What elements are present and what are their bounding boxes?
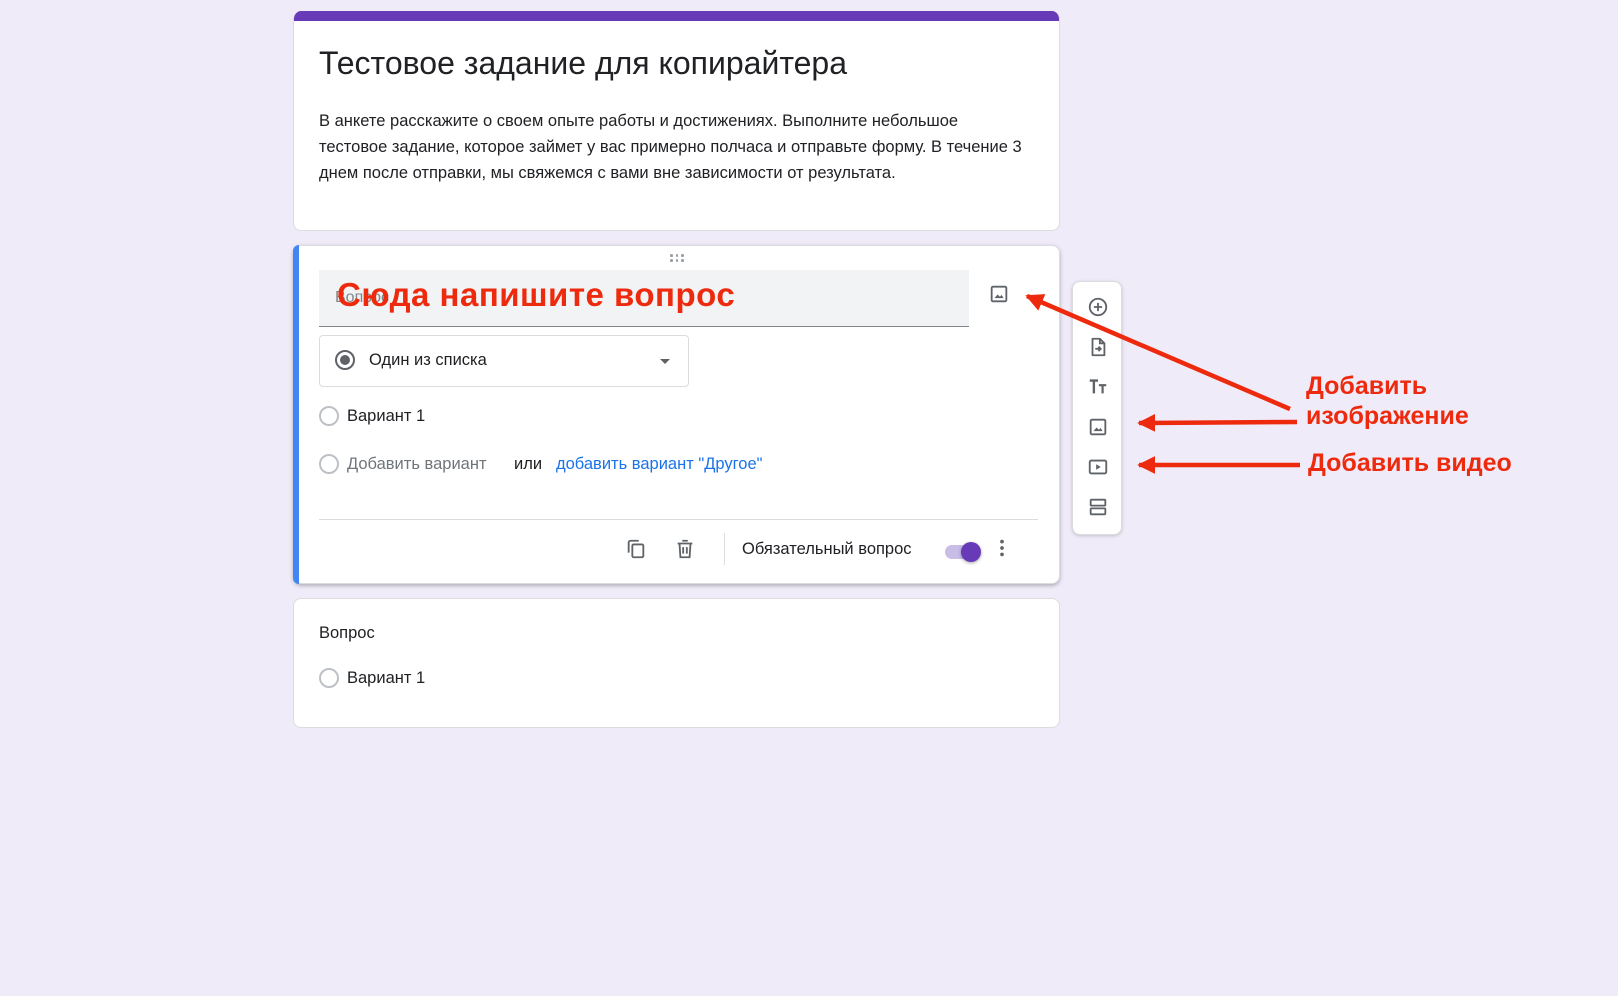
arrow-to-question-image	[1025, 293, 1291, 412]
floating-toolbar	[1072, 281, 1122, 535]
add-video-button[interactable]	[1086, 455, 1110, 479]
required-label: Обязательный вопрос	[742, 540, 912, 558]
annotation-add-image-line1: Добавить	[1306, 372, 1428, 400]
radio-empty-icon	[319, 454, 339, 474]
question-card[interactable]: Вопрос Вариант 1	[293, 598, 1060, 728]
import-questions-button[interactable]	[1086, 335, 1110, 359]
question-type-label: Один из списка	[369, 351, 487, 369]
delete-button[interactable]	[673, 537, 697, 561]
footer-divider	[319, 519, 1038, 520]
add-section-icon	[1089, 498, 1107, 516]
question-title: Вопрос	[319, 624, 375, 642]
header-accent-bar	[294, 11, 1059, 21]
form-title[interactable]: Тестовое задание для копирайтера	[319, 43, 847, 83]
add-option-link[interactable]: Добавить вариант	[347, 455, 487, 474]
add-title-text-icon	[1089, 379, 1107, 394]
duplicate-button[interactable]	[624, 537, 648, 561]
annotation-add-image-line2: изображение	[1306, 402, 1469, 430]
dropdown-arrow-icon	[660, 359, 670, 364]
arrow-to-add-image	[1137, 413, 1298, 432]
import-questions-icon	[1091, 337, 1106, 357]
radio-checked-icon	[335, 350, 355, 370]
add-other-option-link[interactable]: добавить вариант "Другое"	[556, 455, 763, 474]
annotation-write-question: Сюда напишите вопрос	[337, 276, 736, 313]
add-image-button[interactable]	[1086, 415, 1110, 439]
image-icon	[990, 285, 1008, 303]
option-1-text[interactable]: Вариант 1	[347, 407, 425, 426]
add-video-icon	[1088, 459, 1108, 475]
or-label: или	[514, 455, 543, 473]
footer-vertical-divider	[724, 533, 725, 565]
trash-icon	[677, 539, 693, 559]
add-question-button[interactable]	[1086, 295, 1110, 319]
active-indicator	[293, 245, 299, 584]
drag-handle-icon[interactable]	[670, 254, 686, 262]
toggle-thumb	[961, 542, 981, 562]
radio-empty-icon	[319, 406, 339, 426]
annotation-add-video: Добавить видео	[1308, 449, 1512, 477]
add-image-to-question-button[interactable]	[987, 282, 1011, 306]
option-1-text: Вариант 1	[347, 669, 426, 687]
question-type-dropdown[interactable]: Один из списка	[319, 335, 689, 387]
add-title-text-button[interactable]	[1086, 375, 1110, 399]
copy-icon	[627, 539, 645, 559]
add-image-icon	[1089, 418, 1107, 436]
form-header-card[interactable]: Тестовое задание для копирайтера В анкет…	[293, 11, 1060, 231]
add-section-button[interactable]	[1086, 495, 1110, 519]
add-question-icon	[1088, 297, 1108, 317]
more-options-button[interactable]	[990, 536, 1014, 560]
required-toggle[interactable]	[943, 542, 981, 562]
radio-empty-icon	[319, 668, 339, 688]
form-description[interactable]: В анкете расскажите о своем опыте работы…	[319, 108, 1029, 186]
more-vert-icon	[1000, 539, 1004, 557]
